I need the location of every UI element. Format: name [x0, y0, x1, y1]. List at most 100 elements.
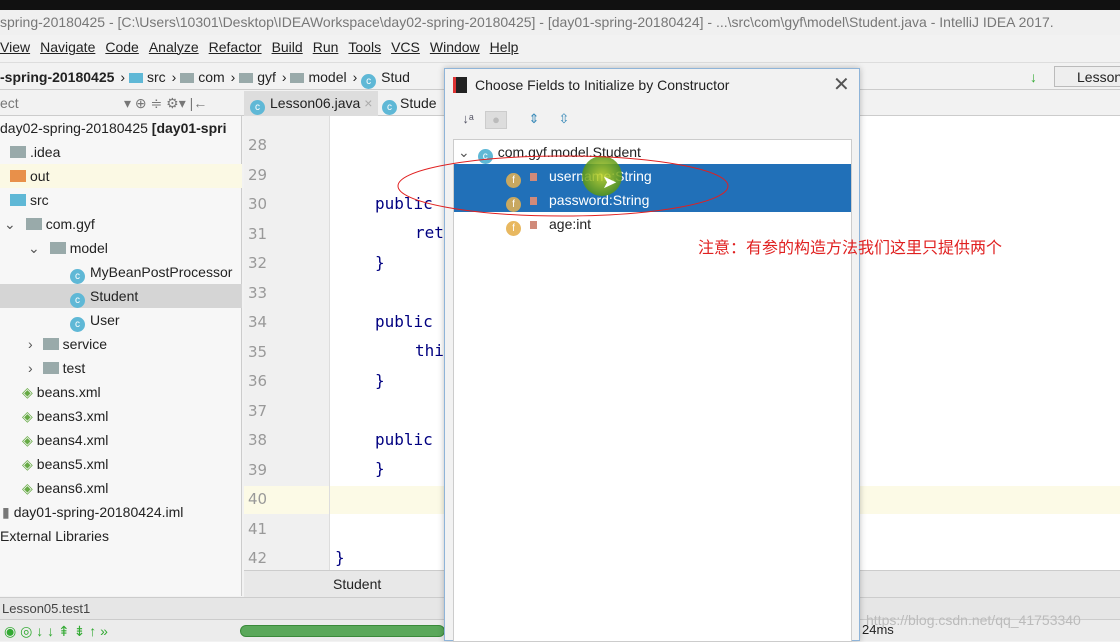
line-number: 41 [248, 519, 268, 538]
folder-icon [49, 242, 66, 254]
tree-item[interactable]: src [0, 188, 242, 212]
tab-lesson06[interactable]: c Lesson06.java × [244, 91, 378, 116]
menu-build[interactable]: Build [272, 39, 303, 55]
tree-item[interactable]: ⌄ com.gyf [0, 212, 242, 236]
module-file-icon: ▮ [2, 504, 10, 520]
menu-view[interactable]: View [0, 39, 30, 55]
class-icon: c [250, 100, 265, 115]
tree-item[interactable]: ◈ beans.xml [0, 380, 242, 404]
menu-refactor[interactable]: Refactor [209, 39, 262, 55]
run-config-select[interactable]: Lesson [1054, 66, 1120, 87]
expand-all-icon[interactable]: ⇕ [523, 111, 545, 129]
tree-item-label: beans4.xml [36, 432, 109, 448]
crumb-student[interactable]: c Stud [361, 63, 410, 91]
crumb-label: Stud [381, 69, 410, 85]
sort-alpha-icon[interactable]: ↓ᵃ [457, 111, 479, 129]
tree-item[interactable]: out [0, 164, 242, 188]
menu-run[interactable]: Run [313, 39, 339, 55]
xml-file-icon: ◈ [22, 384, 33, 400]
tree-item-label: test [62, 360, 86, 376]
menu-help[interactable]: Help [490, 39, 519, 55]
tree-item[interactable]: ▮ day01-spring-20180424.iml [0, 500, 242, 524]
crumb-project[interactable]: -spring-20180425 [0, 63, 114, 91]
line-number: 32 [248, 254, 268, 272]
tree-item-label: out [30, 168, 50, 184]
menu-window[interactable]: Window [430, 39, 480, 55]
lock-icon [530, 221, 537, 229]
crumb-model[interactable]: model [290, 63, 347, 91]
sort-icon[interactable]: ↓ [1030, 63, 1037, 91]
class-icon: c [70, 269, 85, 284]
folder-icon [10, 146, 26, 158]
run-tab[interactable]: Lesson05.test1 [2, 601, 90, 616]
code-line: } [375, 370, 385, 390]
pass-icon[interactable]: ◉ ◎ ↓ ↓ ⇞ ⇟ ↑ » [4, 623, 108, 640]
line-number: 39 [248, 460, 268, 479]
crumb-gyf[interactable]: gyf [239, 63, 276, 91]
line-number: 36 [248, 372, 268, 390]
dropdown-icon[interactable]: ▾ ⊕ ≑ ⚙▾ |← [124, 91, 207, 116]
tree-item[interactable]: External Libraries [0, 524, 242, 548]
class-icon: c [70, 293, 85, 308]
tree-item[interactable]: ⌄ model [0, 236, 242, 260]
crumb-com[interactable]: com [180, 63, 225, 91]
chevron-down-icon[interactable]: ⌄ [4, 216, 16, 232]
tree-item[interactable]: › test [0, 356, 242, 380]
tree-item[interactable]: c MyBeanPostProcessor [0, 260, 242, 284]
menu-navigate[interactable]: Navigate [40, 39, 95, 55]
intellij-logo-icon [453, 77, 467, 93]
tree-item[interactable]: ◈ beans5.xml [0, 452, 242, 476]
folder-icon [25, 218, 42, 230]
menu-code[interactable]: Code [105, 39, 138, 55]
tree-item-label: MyBeanPostProcessor [90, 264, 233, 280]
screen-border [0, 0, 1120, 10]
chevron-right-icon[interactable]: › [28, 360, 33, 376]
tree-item-label: beans6.xml [36, 480, 109, 496]
line-number: 29 [248, 165, 268, 184]
crumb-src[interactable]: src [128, 63, 166, 91]
menu-vcs[interactable]: VCS [391, 39, 420, 55]
folder-icon [42, 338, 59, 350]
tree-item[interactable]: .idea [0, 140, 242, 164]
crumb-label: src [146, 69, 166, 85]
code-line: } [375, 252, 385, 272]
tree-item-label: Student [90, 288, 139, 304]
menu-tools[interactable]: Tools [348, 39, 381, 55]
folder-icon [10, 170, 26, 182]
close-icon[interactable]: × [364, 95, 372, 111]
xml-file-icon: ◈ [22, 480, 33, 496]
tree-item[interactable]: c Student [0, 284, 242, 308]
class-icon: c [361, 74, 377, 89]
tree-item[interactable]: ◈ beans4.xml [0, 428, 242, 452]
tree-item[interactable]: ◈ beans3.xml [0, 404, 242, 428]
folder-icon [180, 73, 195, 83]
project-view-select[interactable]: ect [0, 95, 19, 111]
class-icon: c [70, 317, 85, 332]
field-icon: f [506, 221, 521, 236]
code-line: thi [415, 341, 444, 360]
chevron-right-icon[interactable]: › [28, 336, 33, 352]
chevron-down-icon[interactable]: ⌄ [28, 240, 40, 256]
show-classes-icon[interactable]: ● [485, 111, 507, 129]
tree-item[interactable]: ◈ beans6.xml [0, 476, 242, 500]
folder-icon [128, 73, 143, 83]
tree-item-label: beans3.xml [36, 408, 109, 424]
tree-item-label: beans5.xml [36, 456, 109, 472]
project-toolbar: ect ▾ ⊕ ≑ ⚙▾ |← [0, 91, 244, 116]
annotation-note: 注意：有参的构造方法我们这里只提供两个 [698, 240, 1003, 257]
tree-item[interactable]: › service [0, 332, 242, 356]
folder-icon [42, 362, 59, 374]
code-line: ret [415, 223, 444, 242]
tree-item-label: day01-spring-20180424.iml [13, 504, 184, 520]
menu-analyze[interactable]: Analyze [149, 39, 199, 55]
line-number: 31 [248, 224, 268, 243]
collapse-all-icon[interactable]: ⇳ [553, 111, 575, 129]
close-icon[interactable]: ✕ [833, 69, 850, 101]
editor-class-label[interactable]: Student [333, 576, 381, 592]
tree-item-label: model [69, 240, 108, 256]
tree-item[interactable]: c User [0, 308, 242, 332]
tree-item[interactable]: day02-spring-20180425 [day01-spri [0, 116, 242, 140]
tab-student[interactable]: c Stude [379, 91, 443, 116]
code-line: public [375, 429, 433, 449]
dialog-title: Choose Fields to Initialize by Construct… [475, 77, 730, 93]
